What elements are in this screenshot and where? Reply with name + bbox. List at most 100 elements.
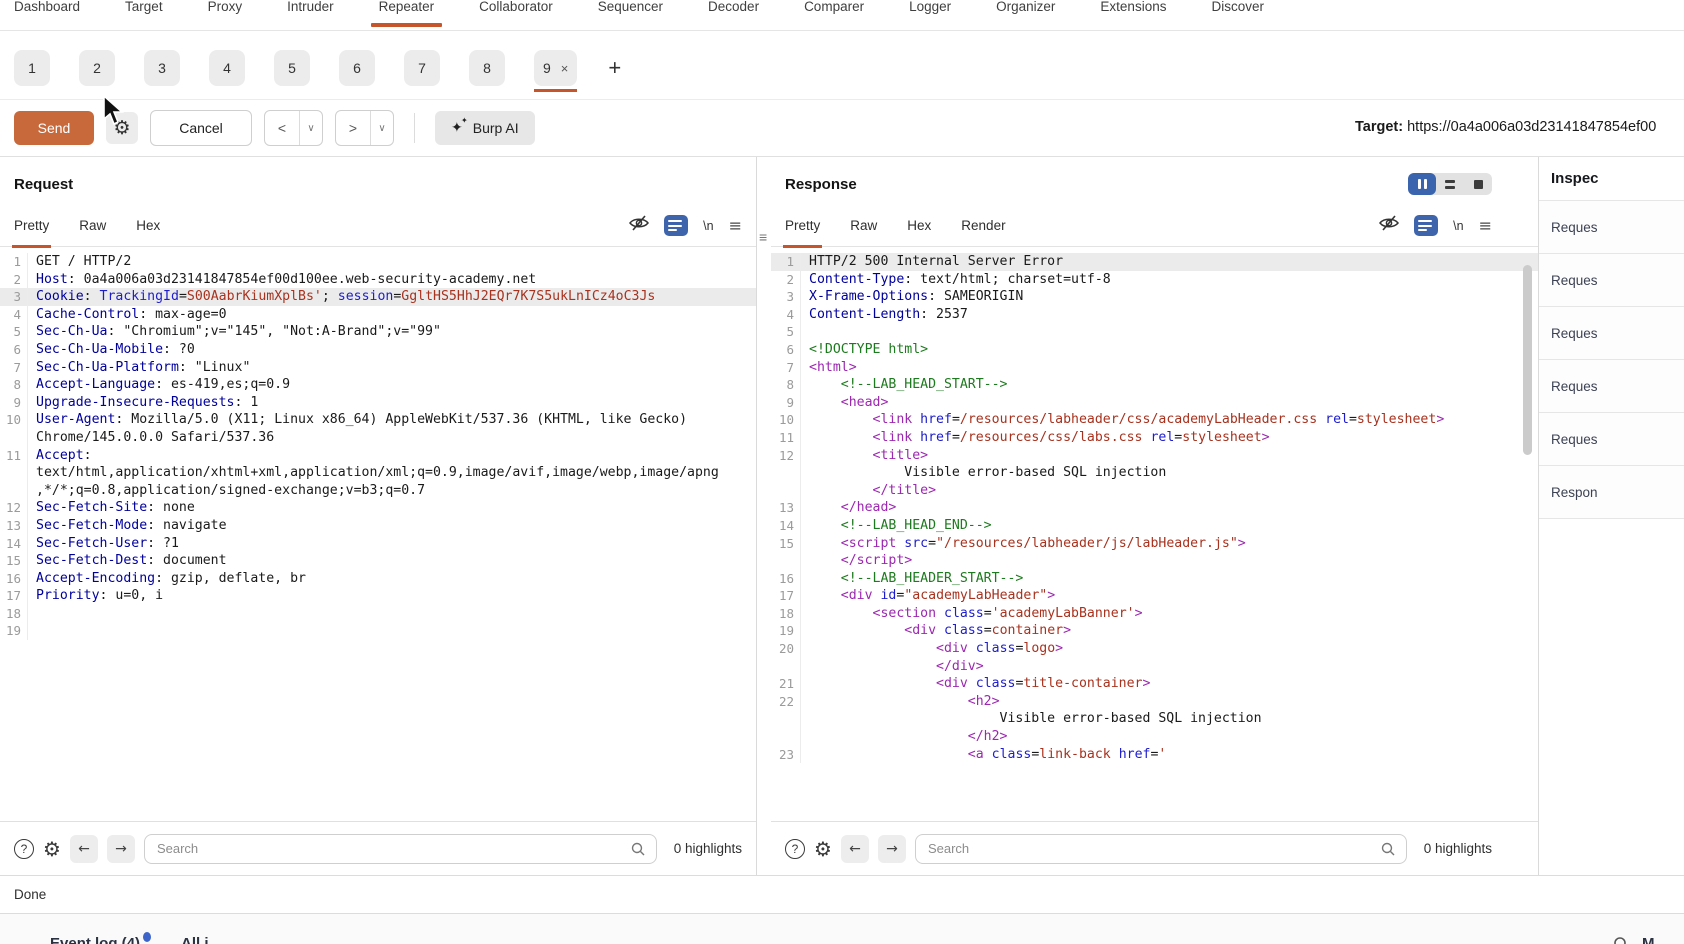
code-text: Chrome/145.0.0.0 Safari/537.36 <box>28 429 274 447</box>
eye-off-icon[interactable] <box>1379 214 1399 237</box>
search-next-button[interactable]: → <box>107 835 135 863</box>
repeater-tab-4[interactable]: 4 <box>209 50 245 86</box>
help-icon[interactable]: ? <box>14 839 34 859</box>
menu-item-proxy[interactable]: Proxy <box>208 0 243 30</box>
line-number: 20 <box>771 640 801 658</box>
code-line: </script> <box>771 552 1538 570</box>
repeater-tab-5[interactable]: 5 <box>274 50 310 86</box>
menu-item-organizer[interactable]: Organizer <box>996 0 1055 30</box>
layout-single-button[interactable] <box>1464 173 1492 195</box>
inspector-section-0[interactable]: Reques <box>1539 201 1684 254</box>
search-prev-button[interactable]: ← <box>70 835 98 863</box>
repeater-tab-9[interactable]: 9× <box>534 50 577 86</box>
response-scrollbar[interactable] <box>1523 265 1532 455</box>
layout-rows-button[interactable] <box>1436 173 1464 195</box>
line-number <box>771 658 801 676</box>
code-text: Sec-Ch-Ua-Platform: "Linux" <box>28 359 250 377</box>
menu-item-repeater[interactable]: Repeater <box>379 0 435 30</box>
repeater-tab-8[interactable]: 8 <box>469 50 505 86</box>
code-text: Upgrade-Insecure-Requests: 1 <box>28 394 258 412</box>
help-icon[interactable]: ? <box>785 839 805 859</box>
inspector-section-2[interactable]: Reques <box>1539 307 1684 360</box>
code-text: Visible error-based SQL injection <box>801 464 1166 482</box>
repeater-tab-6[interactable]: 6 <box>339 50 375 86</box>
add-tab-button[interactable]: + <box>608 50 621 86</box>
inspector-section-4[interactable]: Reques <box>1539 413 1684 466</box>
search-settings-icon[interactable]: ⚙ <box>814 837 832 861</box>
editor-menu-icon[interactable]: ≡ <box>729 216 742 235</box>
request-tab-hex[interactable]: Hex <box>136 218 160 247</box>
line-number <box>771 552 801 570</box>
repeater-tab-7[interactable]: 7 <box>404 50 440 86</box>
inspector-section-5[interactable]: Respon <box>1539 466 1684 519</box>
cancel-button[interactable]: Cancel <box>150 110 252 146</box>
response-tab-raw[interactable]: Raw <box>850 218 877 247</box>
previous-request-dropdown[interactable]: ∨ <box>299 111 322 145</box>
code-line: ,*/*;q=0.8,application/signed-exchange;v… <box>0 482 756 500</box>
search-icon[interactable] <box>1612 935 1630 944</box>
request-search-input[interactable] <box>155 840 630 857</box>
menu-item-dashboard[interactable]: Dashboard <box>14 0 80 30</box>
menu-item-intruder[interactable]: Intruder <box>287 0 334 30</box>
search-prev-button[interactable]: ← <box>841 835 869 863</box>
response-search-input[interactable] <box>926 840 1380 857</box>
next-request-dropdown[interactable]: ∨ <box>370 111 393 145</box>
inspector-section-3[interactable]: Reques <box>1539 360 1684 413</box>
inspector-title: Inspec <box>1539 157 1684 201</box>
menu-item-decoder[interactable]: Decoder <box>708 0 759 30</box>
request-search-field[interactable] <box>144 834 657 864</box>
request-tab-raw[interactable]: Raw <box>79 218 106 247</box>
menu-item-discover[interactable]: Discover <box>1211 0 1264 30</box>
status-text: Done <box>14 887 46 902</box>
next-request-button[interactable]: > <box>336 111 370 145</box>
send-button[interactable]: Send <box>14 111 94 145</box>
code-text: ,*/*;q=0.8,application/signed-exchange;v… <box>28 482 425 500</box>
issues-filter-button[interactable]: All i <box>181 935 209 944</box>
search-next-button[interactable]: → <box>878 835 906 863</box>
eye-off-icon[interactable] <box>629 214 649 237</box>
menu-item-comparer[interactable]: Comparer <box>804 0 864 30</box>
toolbar-divider <box>414 113 415 143</box>
code-text <box>801 323 809 341</box>
response-tab-hex[interactable]: Hex <box>907 218 931 247</box>
search-settings-icon[interactable]: ⚙ <box>43 837 61 861</box>
event-log-button[interactable]: Event log (4) <box>50 935 151 944</box>
close-tab-icon[interactable]: × <box>561 61 569 76</box>
line-number: 3 <box>0 288 28 306</box>
code-line: 10User-Agent: Mozilla/5.0 (X11; Linux x8… <box>0 411 756 429</box>
menu-item-label: Proxy <box>208 0 243 14</box>
menu-item-collaborator[interactable]: Collaborator <box>479 0 553 30</box>
wrap-toggle-icon[interactable] <box>664 215 688 236</box>
panel-divider[interactable]: ≡ <box>757 157 771 875</box>
editor-menu-icon[interactable]: ≡ <box>1479 216 1492 235</box>
layout-columns-button[interactable] <box>1408 173 1436 195</box>
repeater-tab-2[interactable]: 2 <box>79 50 115 86</box>
inspector-section-1[interactable]: Reques <box>1539 254 1684 307</box>
request-panel-title: Request <box>14 176 73 193</box>
burp-ai-button[interactable]: ✦✦ Burp AI <box>435 111 535 145</box>
menu-item-sequencer[interactable]: Sequencer <box>598 0 663 30</box>
menu-item-target[interactable]: Target <box>125 0 163 30</box>
line-number: 5 <box>771 323 801 341</box>
menu-item-extensions[interactable]: Extensions <box>1100 0 1166 30</box>
previous-request-button[interactable]: < <box>265 111 299 145</box>
code-line: 5Sec-Ch-Ua: "Chromium";v="145", "Not:A-B… <box>0 323 756 341</box>
request-tab-pretty[interactable]: Pretty <box>14 218 49 247</box>
response-tab-pretty[interactable]: Pretty <box>785 218 820 247</box>
response-editor[interactable]: 1HTTP/2 500 Internal Server Error2Conten… <box>771 247 1538 821</box>
line-number: 14 <box>0 535 28 553</box>
newline-toggle[interactable]: \n <box>703 219 713 233</box>
newline-toggle[interactable]: \n <box>1453 219 1463 233</box>
line-number: 3 <box>771 288 801 306</box>
code-line: </h2> <box>771 728 1538 746</box>
menu-item-label: Repeater <box>379 0 435 14</box>
response-search-field[interactable] <box>915 834 1407 864</box>
menu-item-logger[interactable]: Logger <box>909 0 951 30</box>
wrap-toggle-icon[interactable] <box>1414 215 1438 236</box>
repeater-tab-1[interactable]: 1 <box>14 50 50 86</box>
code-line: 4Content-Length: 2537 <box>771 306 1538 324</box>
repeater-tab-3[interactable]: 3 <box>144 50 180 86</box>
response-tab-render[interactable]: Render <box>961 218 1005 247</box>
code-text: Content-Length: 2537 <box>801 306 968 324</box>
request-editor[interactable]: 1GET / HTTP/22Host: 0a4a006a03d231418478… <box>0 247 756 821</box>
